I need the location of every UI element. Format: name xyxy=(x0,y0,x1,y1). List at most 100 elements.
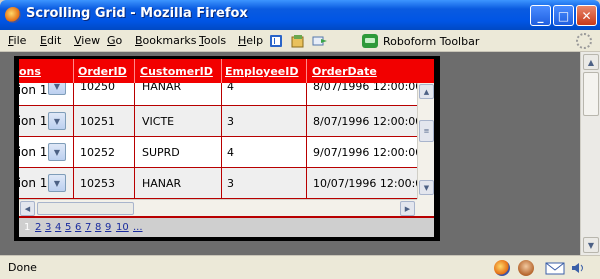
cell-customerid: HANAR xyxy=(142,177,182,190)
pager-link[interactable]: 3 xyxy=(45,222,51,233)
menu-go[interactable]: Go xyxy=(107,34,122,47)
option-select[interactable]: tion 1 xyxy=(19,114,47,128)
grid-header: ons OrderID CustomerID EmployeeID OrderD… xyxy=(19,59,434,83)
option-select[interactable]: tion 1 xyxy=(19,176,47,190)
cell-orderid: 10251 xyxy=(80,115,115,128)
cell-divider xyxy=(306,137,307,168)
mail-icon[interactable] xyxy=(545,260,565,276)
grid-horizontal-scrollbar[interactable]: ◀ ▶ xyxy=(19,199,417,216)
header-orderdate[interactable]: OrderDate xyxy=(312,65,377,78)
roboform-toolbar-button[interactable]: Roboform Toolbar xyxy=(362,32,479,50)
roboform-label: Roboform Toolbar xyxy=(383,34,480,48)
grid-pager: 1 2 3 4 5 6 7 8 9 10 ... xyxy=(19,216,434,237)
menu-help[interactable]: Help xyxy=(238,34,263,47)
cell-employeeid: 4 xyxy=(227,146,234,159)
pager-link[interactable]: 5 xyxy=(65,222,71,233)
table-row: tion 1 ▼ 10252 SUPRD 4 9/07/1996 12:00:0… xyxy=(19,137,417,168)
scroll-down-icon[interactable]: ▼ xyxy=(583,237,599,253)
cell-customerid: VICTE xyxy=(142,115,175,128)
select-arrow-icon[interactable]: ▼ xyxy=(48,174,66,192)
window-title: Scrolling Grid - Mozilla Firefox xyxy=(26,6,248,21)
header-divider xyxy=(306,59,307,83)
grid-vertical-scrollbar[interactable]: ▲ ≡ ▼ xyxy=(417,83,434,207)
menu-bar: File Edit View Go Bookmarks Tools Help R… xyxy=(0,30,600,52)
status-bar: Done xyxy=(0,255,600,279)
firefox-status-icon[interactable] xyxy=(494,260,510,276)
cell-employeeid: 4 xyxy=(227,83,234,93)
grid-vscroll-thumb[interactable]: ≡ xyxy=(419,120,434,142)
select-arrow-icon[interactable]: ▼ xyxy=(48,143,66,161)
header-options[interactable]: ons xyxy=(19,65,41,78)
grid-hscroll-thumb[interactable] xyxy=(37,202,134,215)
cell-orderid: 10250 xyxy=(80,83,115,93)
throbber-icon xyxy=(576,33,592,49)
send-icon[interactable] xyxy=(312,33,328,49)
cell-customerid: SUPRD xyxy=(142,146,180,159)
pager-link[interactable]: 8 xyxy=(95,222,101,233)
grid-scroll-down-icon[interactable]: ▼ xyxy=(419,180,434,195)
pager-link[interactable]: 7 xyxy=(85,222,91,233)
cell-divider xyxy=(73,168,74,199)
notes-icon[interactable] xyxy=(290,33,306,49)
table-row: tion 1 ▼ 10250 HANAR 4 8/07/1996 12:00:0… xyxy=(19,83,417,106)
cell-divider xyxy=(134,137,135,168)
cell-divider xyxy=(221,137,222,168)
header-employeeid[interactable]: EmployeeID xyxy=(225,65,299,78)
minimize-button[interactable]: _ xyxy=(530,5,551,26)
cell-divider xyxy=(306,106,307,137)
header-divider xyxy=(221,59,222,83)
cell-divider xyxy=(73,137,74,168)
select-arrow-icon[interactable]: ▼ xyxy=(48,83,66,95)
grid-scroll-left-icon[interactable]: ◀ xyxy=(20,201,35,216)
pager-current-page: 1 xyxy=(24,222,31,233)
speaker-icon[interactable] xyxy=(570,260,586,276)
pager-link[interactable]: 2 xyxy=(35,222,41,233)
grid-scroll-up-icon[interactable]: ▲ xyxy=(419,84,434,99)
monkey-icon[interactable] xyxy=(518,260,534,276)
option-select[interactable]: tion 1 xyxy=(19,145,47,159)
cell-employeeid: 3 xyxy=(227,115,234,128)
menu-view[interactable]: View xyxy=(74,34,100,47)
pager-link[interactable]: 9 xyxy=(105,222,111,233)
menu-edit[interactable]: Edit xyxy=(40,34,61,47)
cell-orderdate: 8/07/1996 12:00:00 xyxy=(313,115,417,128)
grid-scroll-right-icon[interactable]: ▶ xyxy=(400,201,415,216)
cell-divider xyxy=(134,168,135,199)
maximize-button[interactable]: □ xyxy=(553,5,574,26)
cell-divider xyxy=(221,168,222,199)
cell-customerid: HANAR xyxy=(142,83,182,93)
cell-divider xyxy=(221,106,222,137)
scroll-up-icon[interactable]: ▲ xyxy=(583,54,599,70)
header-divider xyxy=(134,59,135,83)
pager-link[interactable]: 6 xyxy=(75,222,81,233)
menu-tools[interactable]: Tools xyxy=(199,34,226,47)
cell-divider xyxy=(73,83,74,106)
bookmark-book-icon[interactable] xyxy=(268,33,284,49)
header-orderid[interactable]: OrderID xyxy=(78,65,127,78)
header-divider xyxy=(73,59,74,83)
pager-link[interactable]: 10 xyxy=(116,222,129,233)
roboform-icon xyxy=(362,34,378,48)
page-vertical-scrollbar[interactable]: ▲ ▼ xyxy=(580,52,600,255)
pager-link[interactable]: 4 xyxy=(55,222,61,233)
cell-orderid: 10252 xyxy=(80,146,115,159)
cell-orderdate: 9/07/1996 12:00:00 xyxy=(313,146,417,159)
menu-file[interactable]: File xyxy=(8,34,26,47)
pager-next-link[interactable]: ... xyxy=(133,222,143,233)
grid-scroll-corner xyxy=(417,199,434,216)
cell-orderdate: 8/07/1996 12:00:00 xyxy=(313,83,417,93)
scroll-thumb[interactable] xyxy=(583,72,599,116)
cell-divider xyxy=(134,106,135,137)
table-row: tion 1 ▼ 10253 HANAR 3 10/07/1996 12:00:… xyxy=(19,168,417,199)
close-button[interactable]: ✕ xyxy=(576,5,597,26)
cell-orderdate: 10/07/1996 12:00:0 xyxy=(313,177,417,190)
menu-bookmarks[interactable]: Bookmarks xyxy=(135,34,196,47)
option-select[interactable]: tion 1 xyxy=(19,83,47,97)
table-row: tion 1 ▼ 10251 VICTE 3 8/07/1996 12:00:0… xyxy=(19,106,417,137)
header-customerid[interactable]: CustomerID xyxy=(140,65,213,78)
scrolling-grid: ons OrderID CustomerID EmployeeID OrderD… xyxy=(19,59,434,237)
cell-divider xyxy=(306,83,307,106)
grid-body: tion 1 ▼ 10250 HANAR 4 8/07/1996 12:00:0… xyxy=(19,83,417,207)
select-arrow-icon[interactable]: ▼ xyxy=(48,112,66,130)
cell-divider xyxy=(221,83,222,106)
